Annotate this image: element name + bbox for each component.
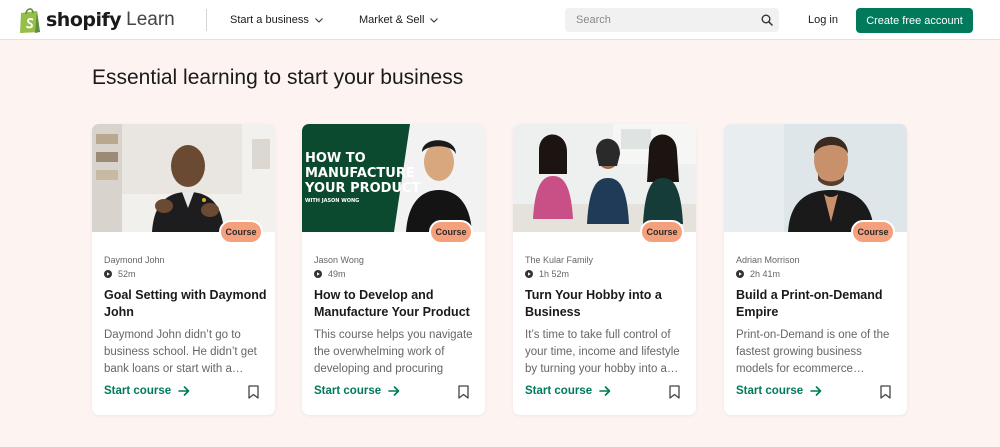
bookmark-icon[interactable] bbox=[669, 385, 680, 399]
course-badge: Course bbox=[851, 220, 895, 244]
image-text-line: MANUFACTURE bbox=[305, 166, 415, 181]
arrow-right-icon bbox=[388, 386, 400, 396]
arrow-right-icon bbox=[599, 386, 611, 396]
course-badge: Course bbox=[429, 220, 473, 244]
course-description: It’s time to take full control of your t… bbox=[525, 329, 680, 375]
course-title[interactable]: Build a Print-on-Demand Empire bbox=[736, 287, 901, 321]
bookmark-icon[interactable] bbox=[248, 385, 259, 399]
start-course-link[interactable]: Start course bbox=[314, 385, 400, 397]
play-icon bbox=[525, 270, 533, 278]
course-title[interactable]: How to Develop and Manufacture Your Prod… bbox=[314, 287, 479, 321]
create-account-button[interactable]: Create free account bbox=[856, 8, 973, 33]
play-icon bbox=[314, 270, 322, 278]
start-course-link[interactable]: Start course bbox=[525, 385, 611, 397]
course-image: HOW TO MANUFACTURE YOUR PRODUCT WITH JAS… bbox=[302, 124, 485, 232]
course-author: Adrian Morrison bbox=[736, 255, 800, 265]
duration-text: 49m bbox=[328, 269, 346, 279]
search-box bbox=[565, 8, 779, 32]
course-author: The Kular Family bbox=[525, 255, 594, 265]
start-course-label: Start course bbox=[104, 385, 172, 397]
course-description: Print-on-Demand is one of the fastest gr… bbox=[736, 329, 890, 375]
course-duration: 52m bbox=[104, 269, 136, 279]
course-image bbox=[724, 124, 907, 232]
nav-market-and-sell[interactable]: Market & Sell bbox=[359, 0, 439, 40]
image-text-line: YOUR PRODUCT bbox=[304, 181, 421, 196]
start-course-label: Start course bbox=[525, 385, 593, 397]
course-duration: 1h 52m bbox=[525, 269, 569, 279]
shopify-bag-icon bbox=[18, 6, 42, 34]
start-course-label: Start course bbox=[314, 385, 382, 397]
chevron-down-icon bbox=[430, 17, 439, 23]
course-image bbox=[92, 124, 275, 232]
course-badge: Course bbox=[640, 220, 684, 244]
course-card[interactable]: Course Daymond John 52m Goal Setting wit… bbox=[92, 124, 275, 415]
shopify-learn-logo[interactable]: shopify Learn bbox=[18, 5, 175, 35]
logo-wordmark: shopify bbox=[46, 9, 122, 31]
arrow-right-icon bbox=[178, 386, 190, 396]
course-description: Daymond John didn’t go to business schoo… bbox=[104, 329, 257, 375]
duration-text: 2h 41m bbox=[750, 269, 781, 279]
course-author: Daymond John bbox=[104, 255, 165, 265]
course-image bbox=[513, 124, 696, 232]
duration-text: 1h 52m bbox=[539, 269, 570, 279]
header-divider bbox=[206, 9, 207, 31]
course-duration: 2h 41m bbox=[736, 269, 780, 279]
site-header: shopify Learn Start a business Market & … bbox=[0, 0, 1000, 40]
nav-start-a-business[interactable]: Start a business bbox=[230, 0, 323, 40]
login-link[interactable]: Log in bbox=[808, 0, 838, 40]
search-input[interactable] bbox=[565, 8, 755, 32]
course-title[interactable]: Turn Your Hobby into a Business bbox=[525, 287, 690, 321]
start-course-label: Start course bbox=[736, 385, 804, 397]
duration-text: 52m bbox=[118, 269, 136, 279]
search-icon[interactable] bbox=[761, 14, 773, 26]
logo-learn-text: Learn bbox=[126, 9, 175, 30]
play-icon bbox=[736, 270, 744, 278]
play-icon bbox=[104, 270, 112, 278]
nav-label: Start a business bbox=[230, 14, 309, 26]
course-card[interactable]: HOW TO MANUFACTURE YOUR PRODUCT WITH JAS… bbox=[302, 124, 485, 415]
arrow-right-icon bbox=[810, 386, 822, 396]
section-title: Essential learning to start your busines… bbox=[92, 66, 464, 89]
course-description: This course helps you navigate the overw… bbox=[314, 329, 473, 375]
image-text-line: HOW TO bbox=[305, 151, 366, 166]
nav-label: Market & Sell bbox=[359, 14, 425, 26]
start-course-link[interactable]: Start course bbox=[104, 385, 190, 397]
image-text-line: WITH JASON WONG bbox=[305, 198, 359, 204]
course-badge: Course bbox=[219, 220, 263, 244]
course-card[interactable]: Course Adrian Morrison 2h 41m Build a Pr… bbox=[724, 124, 907, 415]
chevron-down-icon bbox=[314, 17, 323, 23]
course-duration: 49m bbox=[314, 269, 346, 279]
course-author: Jason Wong bbox=[314, 255, 364, 265]
course-card[interactable]: Course The Kular Family 1h 52m Turn Your… bbox=[513, 124, 696, 415]
course-title[interactable]: Goal Setting with Daymond John bbox=[104, 287, 269, 321]
bookmark-icon[interactable] bbox=[880, 385, 891, 399]
bookmark-icon[interactable] bbox=[458, 385, 469, 399]
start-course-link[interactable]: Start course bbox=[736, 385, 822, 397]
